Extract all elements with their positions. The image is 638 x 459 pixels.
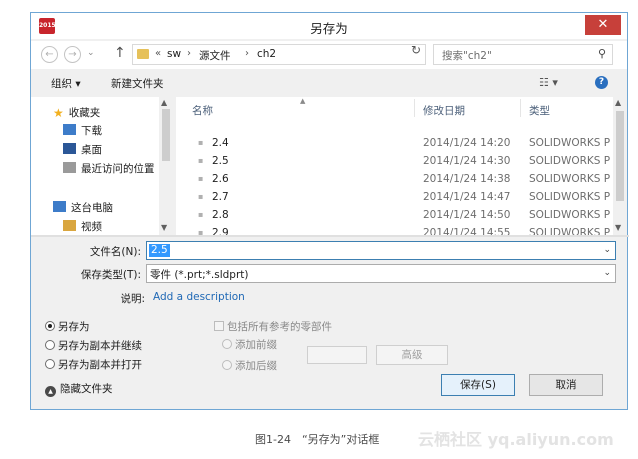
sidebar-item-desktop[interactable]: 桌面: [63, 142, 102, 157]
hide-folders-toggle[interactable]: ▲ 隐藏文件夹: [45, 381, 113, 397]
navigation-pane: ★ 收藏夹 下载 桌面 最近访问的位置 这台电脑 视频: [31, 97, 173, 235]
recent-places-icon: [63, 162, 76, 173]
file-list-scrollbar[interactable]: ▲ ▼: [613, 97, 627, 235]
chevron-down-icon[interactable]: ⌄: [603, 245, 611, 255]
search-icon[interactable]: ⚲: [598, 47, 606, 60]
advanced-button[interactable]: 高级: [376, 345, 448, 365]
breadcrumb-item-sw[interactable]: sw: [167, 48, 181, 60]
sort-ascending-icon: ▲: [300, 97, 306, 105]
scroll-thumb[interactable]: [616, 111, 624, 201]
view-options-icon[interactable]: ☷ ▾: [539, 76, 558, 89]
address-bar[interactable]: « sw › 源文件 › ch2: [132, 44, 426, 65]
file-icon: ▪: [198, 138, 204, 147]
video-folder-icon: [63, 220, 76, 231]
star-icon: ★: [53, 106, 64, 120]
new-folder-button[interactable]: 新建文件夹: [111, 76, 164, 91]
save-type-label: 保存类型(T):: [80, 269, 141, 281]
toolbar: 组织 ▾ 新建文件夹 ☷ ▾ ?: [31, 71, 627, 95]
table-row[interactable]: ▪ 2.8 2014/1/24 14:50 SOLIDWORKS P: [176, 208, 613, 225]
radio[interactable]: [222, 360, 232, 370]
column-header-name[interactable]: 名称: [192, 103, 213, 118]
breadcrumb-separator[interactable]: ›: [187, 48, 191, 59]
add-suffix-option[interactable]: 添加后缀: [222, 358, 277, 373]
window-title: 另存为: [310, 21, 348, 36]
computer-icon: [53, 201, 66, 212]
sidebar-item-this-pc[interactable]: 这台电脑: [53, 200, 113, 215]
column-header-date[interactable]: 修改日期: [423, 103, 465, 118]
file-icon: ▪: [198, 228, 204, 235]
sidebar-item-recent-places[interactable]: 最近访问的位置: [63, 161, 155, 176]
breadcrumb-separator[interactable]: ›: [245, 48, 249, 59]
refresh-icon[interactable]: ↻: [411, 43, 421, 57]
search-placeholder: 搜索"ch2": [442, 50, 492, 62]
back-button[interactable]: ←: [41, 46, 58, 63]
navigation-scrollbar[interactable]: ▲ ▼: [159, 97, 173, 235]
radio-selected[interactable]: [45, 321, 55, 331]
cancel-button[interactable]: 取消: [529, 374, 603, 396]
help-icon[interactable]: ?: [595, 76, 608, 89]
table-row[interactable]: ▪ 2.5 2014/1/24 14:30 SOLIDWORKS P: [176, 154, 613, 171]
scroll-up-arrow[interactable]: ▲: [161, 98, 167, 107]
save-type-select[interactable]: 零件 (*.prt;*.sldprt) ⌄: [146, 264, 616, 283]
scroll-up-arrow[interactable]: ▲: [615, 98, 621, 107]
radio[interactable]: [45, 359, 55, 369]
sidebar-item-downloads[interactable]: 下载: [63, 123, 102, 138]
table-row[interactable]: ▪ 2.7 2014/1/24 14:47 SOLIDWORKS P: [176, 190, 613, 207]
table-row[interactable]: ▪ 2.6 2014/1/24 14:38 SOLIDWORKS P: [176, 172, 613, 189]
breadcrumb-item-source[interactable]: 源文件: [199, 48, 231, 63]
radio[interactable]: [222, 339, 232, 349]
folder-icon: [137, 49, 149, 59]
search-input[interactable]: 搜索"ch2" ⚲: [433, 44, 613, 65]
add-prefix-option[interactable]: 添加前缀: [222, 337, 277, 352]
table-row[interactable]: ▪ 2.4 2014/1/24 14:20 SOLIDWORKS P: [176, 136, 613, 153]
file-icon: ▪: [198, 210, 204, 219]
chevron-up-icon: ▲: [45, 386, 56, 397]
breadcrumb-overflow[interactable]: «: [155, 48, 161, 59]
watermark: 云栖社区 yq.aliyun.com: [418, 430, 614, 449]
file-list: ▲ 名称 修改日期 类型 ▪ 2.4 2014/1/24 14:20 SOLID…: [176, 97, 613, 235]
pane-divider: [31, 235, 629, 237]
scroll-down-arrow[interactable]: ▼: [615, 223, 621, 232]
checkbox[interactable]: [214, 321, 224, 331]
forward-button[interactable]: →: [64, 46, 81, 63]
column-header-type[interactable]: 类型: [529, 103, 550, 118]
up-folder-button[interactable]: ↑: [114, 45, 126, 61]
table-row[interactable]: ▪ 2.9 2014/1/24 14:55 SOLIDWORKS P: [176, 226, 613, 235]
save-as-dialog: 2015 另存为 ✕ ← → ⌄ ↑ « sw › 源文件 › ch2 ⌄ ↻ …: [30, 12, 629, 410]
sidebar-item-favorites[interactable]: ★ 收藏夹: [53, 105, 100, 120]
recent-locations-dropdown[interactable]: ⌄: [87, 48, 95, 58]
description-label: 说明:: [120, 293, 145, 305]
sidebar-item-videos[interactable]: 视频: [63, 219, 102, 234]
organize-menu[interactable]: 组织 ▾: [51, 76, 81, 91]
column-divider[interactable]: [520, 99, 521, 117]
desktop-icon: [63, 143, 76, 154]
radio[interactable]: [45, 340, 55, 350]
navigation-bar: ← → ⌄ ↑ « sw › 源文件 › ch2 ⌄ ↻ 搜索"ch2" ⚲: [31, 41, 627, 69]
figure-caption: 图1-24 “另存为”对话框: [255, 433, 380, 446]
filename-value: 2.5: [149, 244, 170, 257]
scroll-thumb[interactable]: [162, 109, 170, 161]
include-references-option[interactable]: 包括所有参考的零部件: [214, 319, 332, 334]
prefix-suffix-input[interactable]: [307, 346, 367, 364]
add-description-link[interactable]: Add a description: [153, 291, 245, 303]
scroll-down-arrow[interactable]: ▼: [161, 223, 167, 232]
save-copy-continue-option[interactable]: 另存为副本并继续: [45, 338, 142, 353]
filename-label: 文件名(N):: [89, 246, 141, 258]
chevron-down-icon[interactable]: ⌄: [603, 268, 611, 278]
breadcrumb-item-ch2[interactable]: ch2: [257, 48, 276, 60]
column-divider[interactable]: [414, 99, 415, 117]
save-button[interactable]: 保存(S): [441, 374, 515, 396]
save-type-value: 零件 (*.prt;*.sldprt): [150, 269, 249, 281]
download-folder-icon: [63, 124, 76, 135]
title-bar: 2015 另存为 ✕: [31, 13, 627, 39]
file-icon: ▪: [198, 192, 204, 201]
filename-input[interactable]: 2.5 ⌄: [146, 241, 616, 260]
save-copy-open-option[interactable]: 另存为副本并打开: [45, 357, 142, 372]
save-as-option[interactable]: 另存为: [45, 319, 90, 334]
file-icon: ▪: [198, 156, 204, 165]
file-icon: ▪: [198, 174, 204, 183]
close-button[interactable]: ✕: [585, 15, 621, 35]
